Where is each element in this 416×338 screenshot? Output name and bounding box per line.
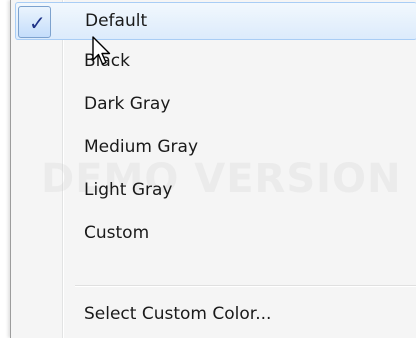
menu-item-select-custom-color[interactable]: Select Custom Color... xyxy=(15,295,416,333)
menu-item-custom[interactable]: Custom xyxy=(15,214,416,252)
checkmark-icon: ✓ xyxy=(29,11,46,35)
menu-item-default[interactable]: ✓ Default xyxy=(15,2,416,40)
menu-item-label: Medium Gray xyxy=(84,137,199,157)
menu-item-label: Default xyxy=(85,11,148,31)
menu-separator-highlight xyxy=(75,286,416,287)
screen: DEMO VERSION ✓ Default Black Dark Gray M… xyxy=(0,0,416,338)
checkmark-box: ✓ xyxy=(18,6,51,38)
menu-item-label: Light Gray xyxy=(84,180,173,200)
color-context-menu: DEMO VERSION ✓ Default Black Dark Gray M… xyxy=(10,0,416,338)
menu-item-medium-gray[interactable]: Medium Gray xyxy=(15,128,416,166)
menu-item-light-gray[interactable]: Light Gray xyxy=(15,171,416,209)
menu-item-label: Select Custom Color... xyxy=(84,304,272,324)
menu-item-label: Custom xyxy=(84,223,150,243)
menu-item-label: Dark Gray xyxy=(84,94,171,114)
menu-item-dark-gray[interactable]: Dark Gray xyxy=(15,85,416,123)
menu-item-black[interactable]: Black xyxy=(15,42,416,80)
mouse-pointer-icon xyxy=(92,36,111,65)
